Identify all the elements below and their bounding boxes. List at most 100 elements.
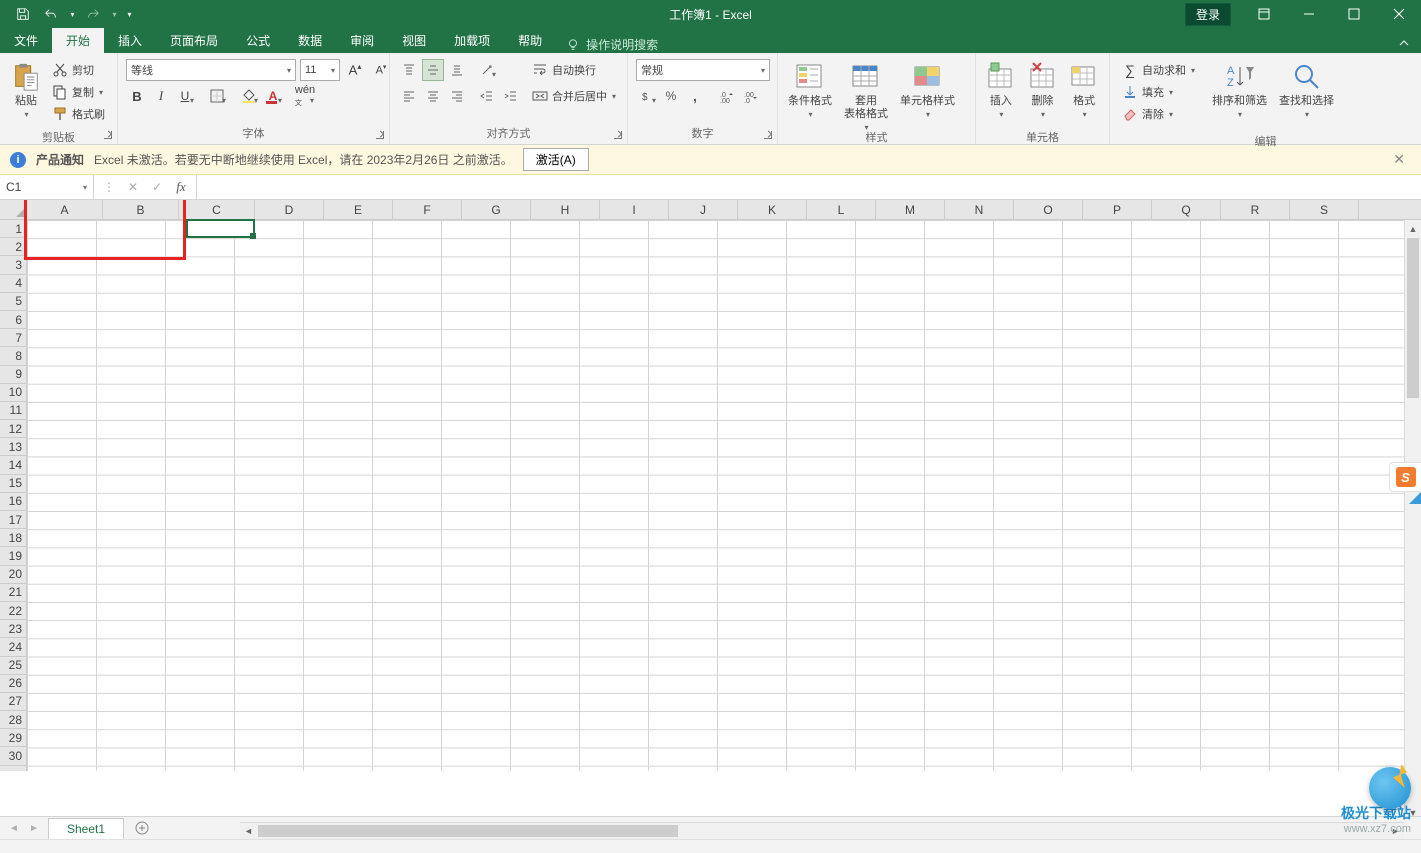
sort-filter-button[interactable]: AZ 排序和筛选▾ <box>1206 59 1273 127</box>
accounting-format-icon[interactable]: $▾ <box>636 85 658 107</box>
scroll-left-icon[interactable]: ◄ <box>240 823 257 839</box>
alignment-launcher-icon[interactable] <box>611 128 625 142</box>
column-header[interactable]: R <box>1221 200 1290 219</box>
column-header[interactable]: I <box>600 200 669 219</box>
column-header[interactable]: G <box>462 200 531 219</box>
column-header[interactable]: J <box>669 200 738 219</box>
name-box[interactable]: C1▾ <box>0 175 94 199</box>
row-header[interactable]: 18 <box>0 529 26 547</box>
tab-file[interactable]: 文件 <box>0 28 52 53</box>
activate-button[interactable]: 激活(A) <box>523 148 589 171</box>
select-all-corner[interactable] <box>0 200 27 220</box>
column-header[interactable]: M <box>876 200 945 219</box>
row-header[interactable]: 14 <box>0 456 26 474</box>
column-header[interactable]: H <box>531 200 600 219</box>
cut-button[interactable]: 剪切 <box>50 59 107 81</box>
align-left-icon[interactable] <box>398 85 420 107</box>
decrease-indent-icon[interactable] <box>476 85 498 107</box>
italic-button[interactable]: I <box>150 85 172 107</box>
row-header[interactable]: 29 <box>0 729 26 747</box>
column-header[interactable]: K <box>738 200 807 219</box>
format-cells-button[interactable]: 格式▾ <box>1063 59 1105 127</box>
row-header[interactable]: 20 <box>0 566 26 584</box>
row-header[interactable]: 30 <box>0 747 26 765</box>
row-header[interactable]: 19 <box>0 547 26 565</box>
number-launcher-icon[interactable] <box>761 128 775 142</box>
column-header[interactable]: E <box>324 200 393 219</box>
sheet-next-icon[interactable]: ► <box>26 823 42 834</box>
phonetic-button[interactable]: wén文▾ <box>294 85 316 107</box>
clipboard-launcher-icon[interactable] <box>101 128 115 142</box>
fill-color-button[interactable]: ▾ <box>238 85 260 107</box>
row-header[interactable]: 5 <box>0 293 26 311</box>
fill-button[interactable]: 填充▾ <box>1120 81 1206 103</box>
undo-icon[interactable] <box>38 2 64 26</box>
tab-data[interactable]: 数据 <box>284 28 336 53</box>
align-right-icon[interactable] <box>446 85 468 107</box>
row-header[interactable]: 23 <box>0 620 26 638</box>
align-bottom-icon[interactable] <box>446 59 468 81</box>
column-header[interactable]: P <box>1083 200 1152 219</box>
undo-dropdown-icon[interactable]: ▾ <box>66 2 78 26</box>
autosum-button[interactable]: ∑ 自动求和▾ <box>1120 59 1206 81</box>
orientation-icon[interactable]: ▾ <box>476 59 498 81</box>
sheet-tab-active[interactable]: Sheet1 <box>48 818 124 841</box>
row-header[interactable]: 28 <box>0 711 26 729</box>
font-name-combo[interactable]: 等线▾ <box>126 59 296 81</box>
close-warning-icon[interactable]: ✕ <box>1387 151 1411 168</box>
redo-icon[interactable] <box>80 2 106 26</box>
cancel-formula-icon[interactable]: ✕ <box>122 177 144 197</box>
align-center-icon[interactable] <box>422 85 444 107</box>
decrease-font-icon[interactable]: A▾ <box>370 59 392 81</box>
format-painter-button[interactable]: 格式刷 <box>50 103 107 125</box>
decrease-decimal-icon[interactable]: .00.0 <box>740 85 762 107</box>
column-header[interactable]: O <box>1014 200 1083 219</box>
vertical-scroll-thumb[interactable] <box>1407 238 1419 398</box>
column-header[interactable]: S <box>1290 200 1359 219</box>
column-header[interactable]: C <box>179 200 255 219</box>
row-header[interactable]: 21 <box>0 584 26 602</box>
increase-indent-icon[interactable] <box>500 85 522 107</box>
increase-decimal-icon[interactable]: .0.00 <box>716 85 738 107</box>
tab-insert[interactable]: 插入 <box>104 28 156 53</box>
clear-button[interactable]: 清除▾ <box>1120 103 1206 125</box>
align-top-icon[interactable] <box>398 59 420 81</box>
merge-center-button[interactable]: 合并后居中 ▾ <box>530 85 632 107</box>
horizontal-scroll-thumb[interactable] <box>258 825 678 837</box>
accept-formula-icon[interactable]: ✓ <box>146 177 168 197</box>
row-header[interactable]: 24 <box>0 638 26 656</box>
ribbon-display-icon[interactable] <box>1241 0 1286 28</box>
horizontal-scrollbar[interactable]: ◄ ► <box>240 822 1404 839</box>
row-header[interactable]: 8 <box>0 347 26 365</box>
login-button[interactable]: 登录 <box>1185 3 1231 26</box>
vertical-scrollbar[interactable]: ▲ ▼ <box>1404 220 1421 821</box>
row-header[interactable]: 12 <box>0 420 26 438</box>
sheet-prev-icon[interactable]: ◄ <box>6 823 22 834</box>
increase-font-icon[interactable]: A▴ <box>344 59 366 81</box>
number-format-combo[interactable]: 常规▾ <box>636 59 770 81</box>
cells-area[interactable] <box>27 220 1421 771</box>
row-header[interactable]: 16 <box>0 493 26 511</box>
column-header[interactable]: B <box>103 200 179 219</box>
tab-review[interactable]: 审阅 <box>336 28 388 53</box>
tab-formulas[interactable]: 公式 <box>232 28 284 53</box>
tell-me-search[interactable]: 操作说明搜索 <box>556 36 668 53</box>
paste-button[interactable]: 粘贴 ▾ <box>4 59 48 127</box>
format-as-table-button[interactable]: 套用 表格格式▾ <box>838 59 894 127</box>
row-header[interactable]: 11 <box>0 402 26 420</box>
insert-cells-button[interactable]: 插入▾ <box>980 59 1022 127</box>
row-header[interactable]: 1 <box>0 220 26 238</box>
align-middle-icon[interactable] <box>422 59 444 81</box>
underline-button[interactable]: U▾ <box>174 85 196 107</box>
redo-dropdown-icon[interactable]: ▾ <box>108 2 120 26</box>
fill-handle[interactable] <box>250 233 256 239</box>
row-header[interactable]: 26 <box>0 675 26 693</box>
save-icon[interactable] <box>10 2 36 26</box>
tab-page-layout[interactable]: 页面布局 <box>156 28 232 53</box>
font-launcher-icon[interactable] <box>373 128 387 142</box>
column-header[interactable]: F <box>393 200 462 219</box>
row-header[interactable]: 10 <box>0 384 26 402</box>
delete-cells-button[interactable]: 删除▾ <box>1022 59 1064 127</box>
column-header[interactable]: D <box>255 200 324 219</box>
tab-addins[interactable]: 加载项 <box>440 28 504 53</box>
